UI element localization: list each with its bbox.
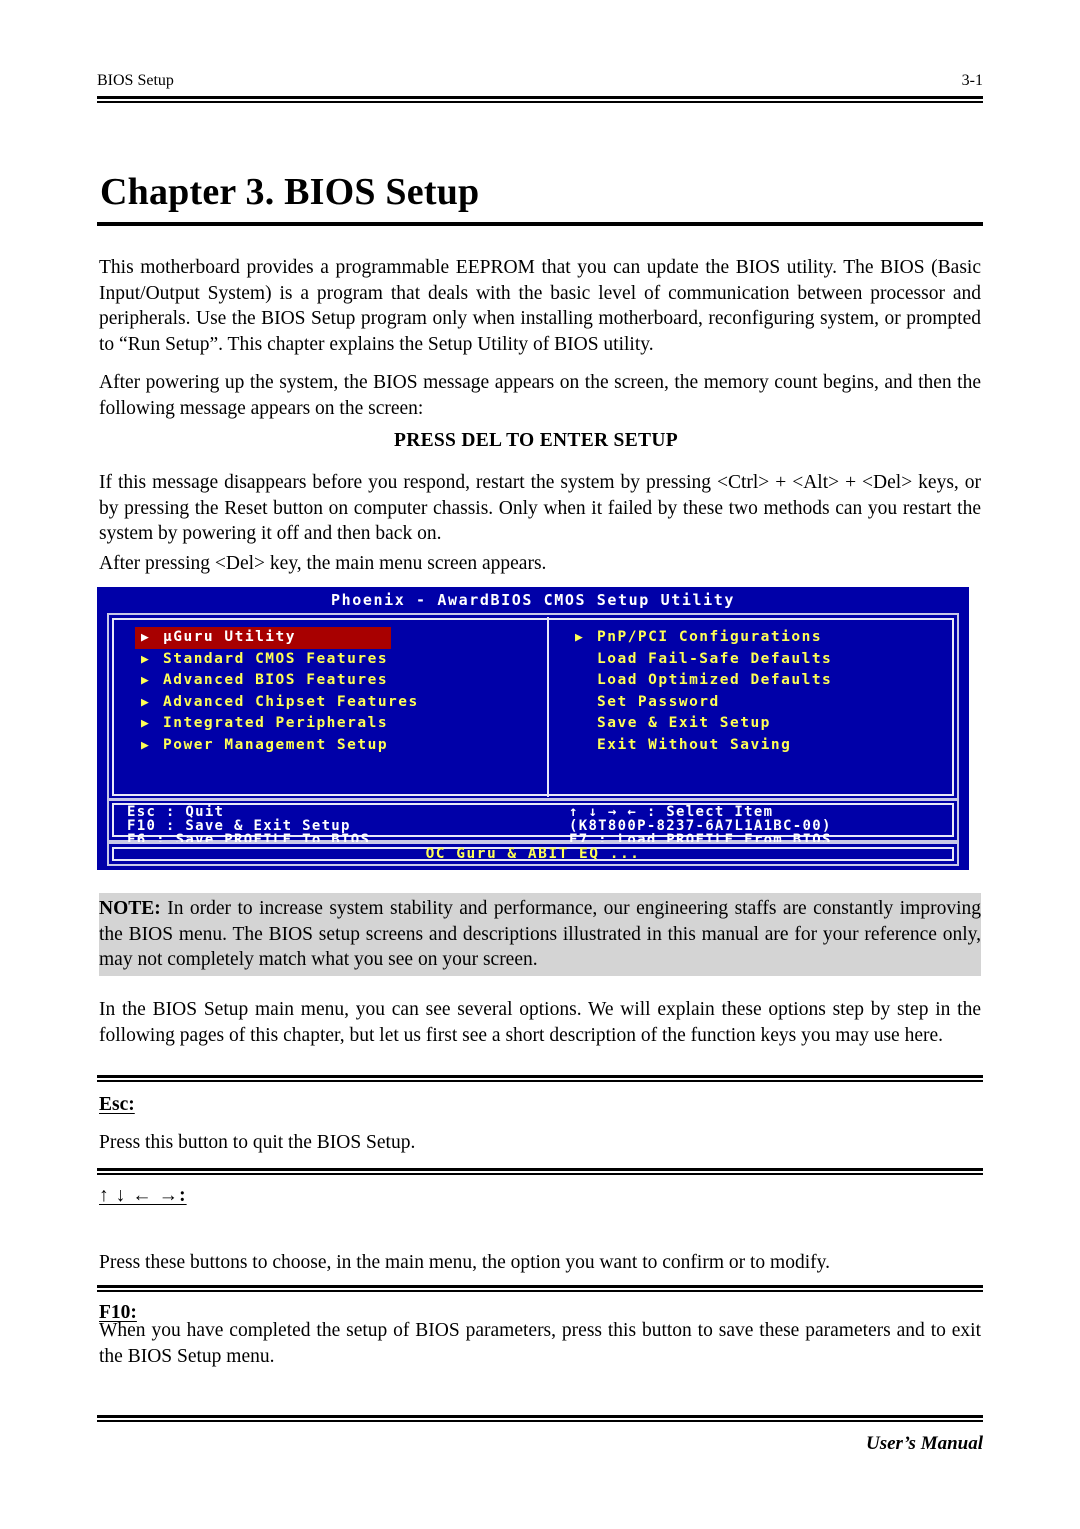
bios-menu-item-set-password[interactable]: Set Password (569, 692, 967, 714)
bios-menu-item-advanced-chipset-features[interactable]: ▶ Advanced Chipset Features (135, 692, 535, 714)
bios-menu-item-label: Integrated Peripherals (163, 715, 389, 731)
bios-setup-screenshot: Phoenix - AwardBIOS CMOS Setup Utility ▶… (97, 587, 969, 870)
header-section-title: BIOS Setup (97, 72, 174, 89)
title-rule (97, 222, 983, 226)
key-description-esc: Press this button to quit the BIOS Setup… (99, 1132, 416, 1153)
footer-label: User’s Manual (865, 1433, 983, 1454)
key-heading-esc: Esc: (99, 1094, 135, 1115)
intro-paragraph: This motherboard provides a programmable… (99, 257, 981, 355)
bios-status-f10: F10 : Save & Exit Setup (127, 818, 351, 834)
triangle-right-icon: ▶ (141, 716, 151, 731)
bios-status-esc: Esc : Quit (127, 804, 225, 820)
triangle-right-icon: ▶ (141, 673, 151, 688)
key-heading-arrows: ↑ ↓ ← →: (99, 1185, 187, 1206)
bios-left-menu: ▶ µGuru Utility ▶ Standard CMOS Features… (135, 627, 535, 756)
bios-menu-item-exit-without-saving[interactable]: Exit Without Saving (569, 735, 967, 757)
running-header: BIOS Setup 3-1 (97, 72, 983, 90)
bios-menu-item-label: Exit Without Saving (597, 736, 792, 753)
bios-menu-item-label: PnP/PCI Configurations (597, 629, 823, 645)
f10-section-rule (97, 1285, 983, 1292)
bios-menu-item-power-management-setup[interactable]: ▶ Power Management Setup (135, 735, 535, 757)
bios-menu-item-label: Power Management Setup (163, 736, 389, 753)
options-overview-paragraph: In the BIOS Setup main menu, you can see… (99, 999, 981, 1046)
header-page-number: 3-1 (961, 72, 983, 89)
bios-menu-item-label: Advanced Chipset Features (163, 693, 419, 710)
bios-status-select-item: ↑ ↓ → ← : Select Item (569, 804, 774, 820)
bios-right-menu: ▶ PnP/PCI Configurations Load Fail-Safe … (569, 627, 967, 757)
bios-menu-item-save-exit-setup[interactable]: Save & Exit Setup (569, 713, 967, 735)
bios-menu-item-label: Standard CMOS Features (163, 650, 389, 667)
document-page: BIOS Setup 3-1 Chapter 3. BIOS Setup Thi… (0, 0, 1080, 1529)
note-callout: NOTE: In order to increase system stabil… (99, 893, 981, 976)
bios-title-bar: Phoenix - AwardBIOS CMOS Setup Utility (331, 591, 735, 609)
triangle-right-icon: ▶ (141, 694, 151, 710)
bios-bottom-bar-text: OC Guru & ABIT EQ ... (425, 846, 641, 862)
key-description-arrows: Press these buttons to choose, in the ma… (99, 1252, 830, 1273)
bios-menu-item-label: Set Password (597, 693, 720, 710)
key-description-f10: When you have completed the setup of BIO… (99, 1320, 981, 1367)
bios-status-bios-id: (K8T800P-8237-6A7L1A1BC-00) (569, 818, 832, 834)
bios-menu-item-integrated-peripherals[interactable]: ▶ Integrated Peripherals (135, 713, 535, 735)
bios-menu-item-label: Advanced BIOS Features (163, 672, 389, 688)
note-text: In order to increase system stability an… (99, 898, 981, 970)
power-up-paragraph: After powering up the system, the BIOS m… (99, 372, 981, 419)
bios-menu-item-label: Load Fail-Safe Defaults (597, 650, 833, 667)
bios-menu-item-load-optimized-defaults[interactable]: Load Optimized Defaults (569, 670, 967, 692)
triangle-right-icon: ▶ (575, 630, 585, 645)
triangle-right-icon: ▶ (141, 630, 151, 645)
bios-menu-item-label: Save & Exit Setup (597, 715, 771, 731)
triangle-right-icon: ▶ (141, 651, 151, 667)
bios-menu-item-label: µGuru Utility (163, 629, 296, 645)
after-del-paragraph: After pressing <Del> key, the main menu … (99, 553, 547, 574)
arrows-section-rule (97, 1168, 983, 1175)
triangle-right-icon: ▶ (141, 737, 151, 753)
bios-menu-item-uguru-utility[interactable]: ▶ µGuru Utility (135, 627, 391, 649)
bios-menu-item-label: Load Optimized Defaults (597, 672, 833, 688)
press-del-message: PRESS DEL TO ENTER SETUP (394, 430, 678, 451)
bios-menu-item-load-fail-safe-defaults[interactable]: Load Fail-Safe Defaults (569, 649, 967, 671)
bios-column-divider (547, 617, 549, 797)
bios-menu-item-standard-cmos-features[interactable]: ▶ Standard CMOS Features (135, 649, 535, 671)
esc-section-rule (97, 1075, 983, 1082)
footer-rule (97, 1415, 983, 1422)
bios-menu-item-pnp-pci-configurations[interactable]: ▶ PnP/PCI Configurations (569, 627, 967, 649)
restart-paragraph: If this message disappears before you re… (99, 472, 981, 544)
header-rule (97, 96, 983, 103)
page-title: Chapter 3. BIOS Setup (100, 171, 480, 213)
bios-menu-item-advanced-bios-features[interactable]: ▶ Advanced BIOS Features (135, 670, 535, 692)
note-label: NOTE: (99, 898, 161, 919)
